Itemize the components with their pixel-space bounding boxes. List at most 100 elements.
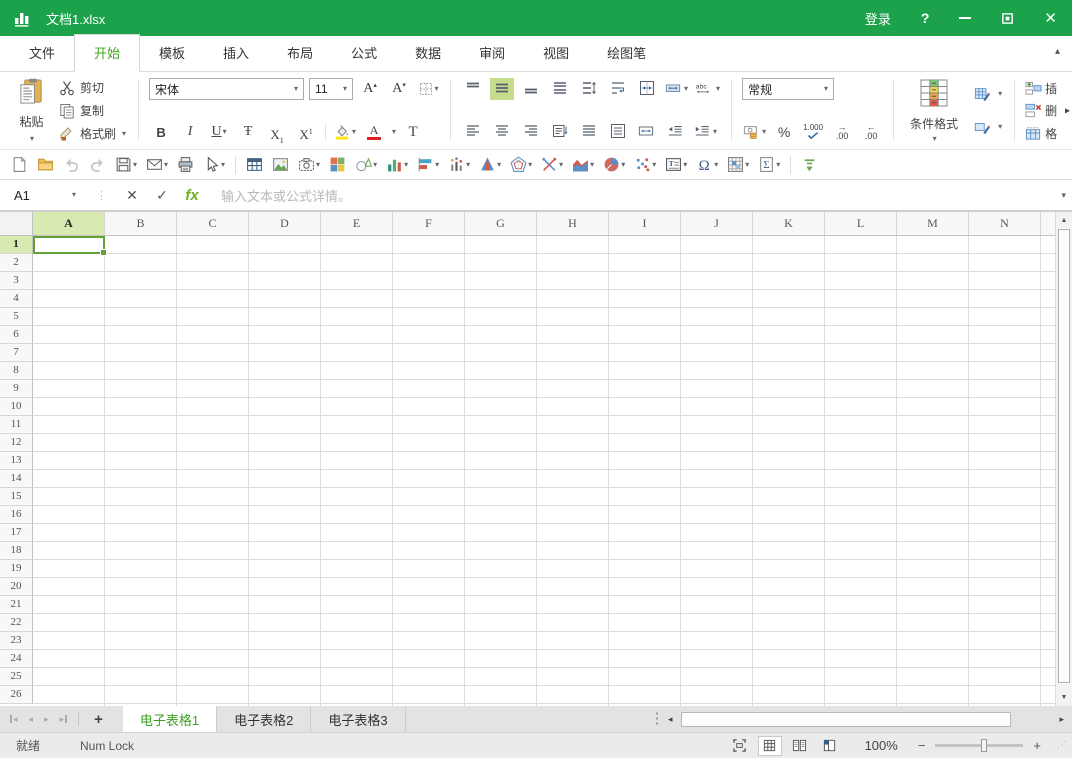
bar-chart-button[interactable]: ▾ [413, 153, 443, 177]
cut-button[interactable]: 剪切 [57, 77, 128, 98]
insert-shapes-button[interactable]: ▾ [351, 153, 381, 177]
scatter-line-chart-button[interactable]: ▾ [537, 153, 567, 177]
align-top-button[interactable] [461, 78, 485, 100]
column-header-B[interactable]: B [105, 212, 177, 235]
vertical-scrollbar[interactable]: ▲ ▼ [1055, 212, 1072, 706]
cell-styles-button[interactable]: ▾ [972, 117, 1004, 138]
sheet-tab-1[interactable]: 电子表格1 [123, 706, 217, 732]
row-header-8[interactable]: 8 [0, 362, 33, 380]
row-header-5[interactable]: 5 [0, 308, 33, 326]
text-effects-button[interactable]: T [401, 121, 425, 143]
area-chart-button[interactable]: ▾ [568, 153, 598, 177]
horizontal-scrollbar[interactable]: ◂ ▸ [655, 706, 1072, 732]
subscript-button[interactable]: X1 [265, 121, 289, 143]
row-header-2[interactable]: 2 [0, 254, 33, 272]
distributed-button[interactable] [606, 121, 630, 143]
align-bottom-button[interactable] [519, 78, 543, 100]
conditional-format-button[interactable]: 条件格式 ▾ [904, 77, 964, 144]
column-chart-button[interactable]: ▾ [382, 153, 412, 177]
row-header-22[interactable]: 22 [0, 614, 33, 632]
page-break-view-button[interactable] [818, 736, 842, 756]
combo-chart-button[interactable]: ▾ [444, 153, 474, 177]
tab-data[interactable]: 数据 [396, 35, 460, 71]
formula-bar-expand-button[interactable]: ▾ [1061, 190, 1066, 201]
row-header-12[interactable]: 12 [0, 434, 33, 452]
text-orientation-button[interactable]: abc▾ [694, 78, 721, 100]
merge-cells-button[interactable]: ▾ [664, 78, 689, 100]
scroll-up-button[interactable]: ▲ [1056, 212, 1072, 229]
normal-view-button[interactable] [758, 736, 782, 756]
pie-chart-button[interactable]: ▾ [599, 153, 629, 177]
previous-sheet-button[interactable]: ◂ [29, 714, 34, 725]
auto-wrap-button[interactable] [548, 121, 572, 143]
fit-text-button[interactable] [635, 121, 659, 143]
row-header-7[interactable]: 7 [0, 344, 33, 362]
formula-input[interactable]: 输入文本或公式详情。 [221, 186, 1072, 205]
increase-decimal-button[interactable]: →.00 [830, 121, 854, 143]
row-header-4[interactable]: 4 [0, 290, 33, 308]
select-pointer-button[interactable]: ▾ [199, 153, 229, 177]
strikethrough-button[interactable]: Ŧ [236, 121, 260, 143]
tab-file[interactable]: 文件 [10, 35, 74, 71]
column-header-D[interactable]: D [249, 212, 321, 235]
tab-template[interactable]: 模板 [140, 35, 204, 71]
row-header-14[interactable]: 14 [0, 470, 33, 488]
select-all-corner[interactable] [0, 212, 33, 235]
tab-home[interactable]: 开始 [74, 34, 140, 72]
tab-view[interactable]: 视图 [524, 35, 588, 71]
row-header-3[interactable]: 3 [0, 272, 33, 290]
name-box-splitter[interactable]: ⋮ [96, 189, 107, 202]
name-box[interactable]: A1 ▾ [0, 188, 86, 203]
insert-function-button[interactable]: fx [177, 187, 207, 204]
row-header-20[interactable]: 20 [0, 578, 33, 596]
row-header-11[interactable]: 11 [0, 416, 33, 434]
format-painter-button[interactable]: 格式刷 ▾ [57, 123, 128, 144]
delete-cells-button[interactable]: 删 [1025, 100, 1065, 122]
help-button[interactable]: ? [906, 0, 945, 36]
column-header-K[interactable]: K [753, 212, 825, 235]
page-layout-view-button[interactable] [788, 736, 812, 756]
pivot-table-button[interactable]: ▾ [723, 153, 753, 177]
tab-formula[interactable]: 公式 [332, 35, 396, 71]
column-header-G[interactable]: G [465, 212, 537, 235]
tab-ink[interactable]: 绘图笔 [588, 35, 665, 71]
insert-image-button[interactable] [268, 153, 293, 177]
row-header-13[interactable]: 13 [0, 452, 33, 470]
align-center-button[interactable] [490, 121, 514, 143]
open-folder-button[interactable] [33, 153, 58, 177]
sheet-tab-2[interactable]: 电子表格2 [217, 706, 311, 732]
row-header-19[interactable]: 19 [0, 560, 33, 578]
justify-vertical-button[interactable] [548, 78, 572, 100]
thousands-separator-button[interactable]: 1.000 [801, 121, 825, 143]
collapse-ribbon-button[interactable]: ▴ [1055, 46, 1060, 57]
customize-toolbar-button[interactable] [797, 153, 822, 177]
add-sheet-button[interactable]: + [90, 711, 107, 728]
superscript-button[interactable]: X1 [294, 121, 318, 143]
italic-button[interactable]: I [178, 121, 202, 143]
column-header-F[interactable]: F [393, 212, 465, 235]
row-header-15[interactable]: 15 [0, 488, 33, 506]
row-header-1[interactable]: 1 [0, 236, 33, 254]
undo-button[interactable] [59, 153, 84, 177]
column-header-M[interactable]: M [897, 212, 969, 235]
fullscreen-button[interactable] [728, 736, 752, 756]
last-sheet-button[interactable]: ▸ [60, 714, 68, 725]
shrink-font-button[interactable]: A▾ [387, 78, 411, 100]
sheet-tab-3[interactable]: 电子表格3 [311, 706, 405, 732]
cancel-button[interactable]: ✕ [117, 187, 147, 204]
new-document-button[interactable] [7, 153, 32, 177]
scroll-right-button[interactable]: ▸ [1059, 714, 1064, 725]
save-button[interactable]: ▾ [111, 153, 141, 177]
align-middle-button[interactable] [490, 78, 514, 100]
row-header-17[interactable]: 17 [0, 524, 33, 542]
zoom-out-button[interactable]: − [912, 738, 932, 753]
decrease-decimal-button[interactable]: ←.00 [859, 121, 883, 143]
line-spacing-button[interactable] [577, 78, 601, 100]
pyramid-chart-button[interactable]: ▾ [475, 153, 505, 177]
close-button[interactable]: ✕ [1029, 0, 1072, 36]
tab-split-handle[interactable] [655, 711, 659, 727]
row-header-6[interactable]: 6 [0, 326, 33, 344]
row-header-24[interactable]: 24 [0, 650, 33, 668]
currency-format-button[interactable]: ▾ [742, 121, 767, 143]
increase-indent-button[interactable]: ▾ [693, 121, 718, 143]
